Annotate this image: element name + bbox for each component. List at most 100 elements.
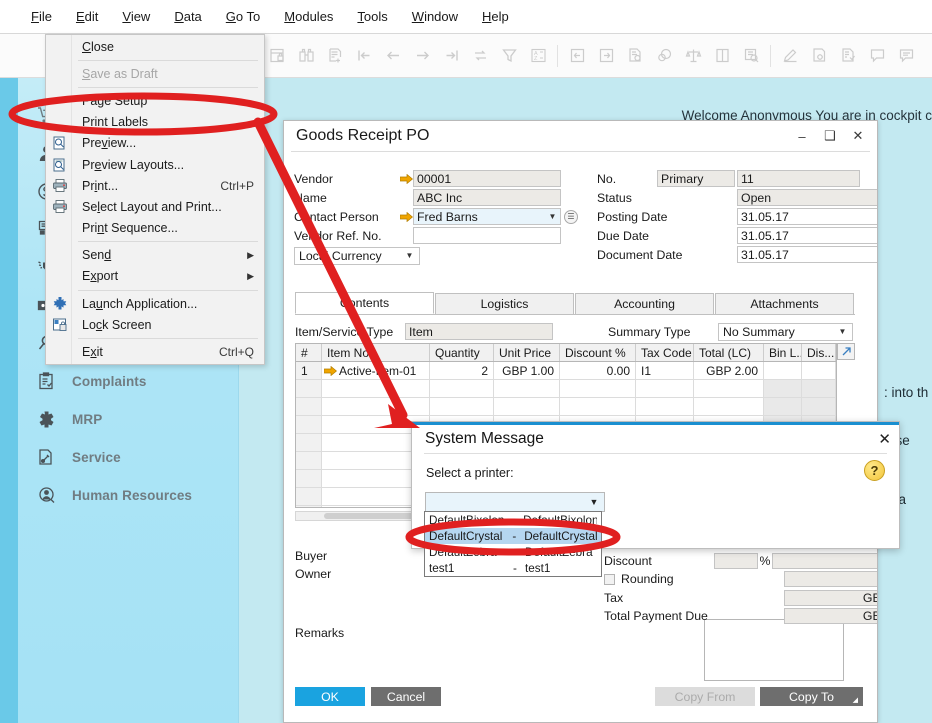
menu-tools[interactable]: Tools (346, 6, 398, 27)
dialog-close-icon[interactable]: ✕ (878, 430, 891, 448)
menu-modules[interactable]: Modules (273, 6, 344, 27)
document-date-input[interactable]: 31.05.17 (737, 246, 878, 263)
maximize-button[interactable]: ❑ (817, 125, 843, 147)
menu-item-print-sequence[interactable]: Print Sequence... (46, 218, 264, 239)
menu-help[interactable]: Help (471, 6, 520, 27)
contact-list-button[interactable]: ☰ (564, 210, 578, 224)
remarks-textarea[interactable] (704, 619, 844, 681)
row-quantity[interactable]: 2 (430, 362, 494, 379)
refresh-icon[interactable] (467, 43, 493, 69)
message-alt-icon[interactable] (893, 43, 919, 69)
table-cell-empty[interactable] (296, 452, 322, 469)
query-search-icon[interactable] (738, 43, 764, 69)
sort-az-icon[interactable]: AZ (525, 43, 551, 69)
summary-type-select[interactable]: No Summary ▼ (718, 323, 853, 341)
row-unit-price[interactable]: GBP 1.00 (494, 362, 560, 379)
discount-amount-input[interactable] (772, 553, 878, 569)
last-record-icon[interactable] (438, 43, 464, 69)
table-cell-empty[interactable] (636, 380, 694, 397)
sidebar-item-human-resources[interactable]: Human Resources (18, 476, 238, 514)
tab-accounting[interactable]: Accounting (575, 293, 714, 314)
table-row[interactable]: 1 Active-Item-01 2 GBP 1.00 0.00 I1 GBP … (296, 362, 836, 380)
doc-series-input[interactable]: Primary (657, 170, 735, 187)
column-view-icon[interactable] (709, 43, 735, 69)
menu-item-print-labels[interactable]: Print Labels (46, 112, 264, 133)
table-cell-empty[interactable] (560, 380, 636, 397)
scale-balance-icon[interactable] (680, 43, 706, 69)
help-icon[interactable]: ? (864, 460, 885, 481)
row-distribution[interactable] (802, 362, 836, 379)
document-config-icon[interactable] (835, 43, 861, 69)
copy-from-button[interactable]: Copy From (655, 687, 755, 706)
row-tax-code[interactable]: I1 (636, 362, 694, 379)
table-cell-empty[interactable] (802, 380, 836, 397)
name-input[interactable]: ABC Inc (413, 189, 561, 206)
menu-view[interactable]: View (111, 6, 161, 27)
printer-option-defaultbixolon[interactable]: DefaultBixolon - DefaultBixolon (425, 512, 601, 528)
coins-icon[interactable] (651, 43, 677, 69)
menu-goto[interactable]: Go To (215, 6, 271, 27)
chevron-down-icon[interactable]: ▼ (402, 248, 417, 263)
menu-item-page-setup[interactable]: Page Setup (46, 90, 264, 111)
status-input[interactable]: Open (737, 189, 878, 206)
vendor-link-arrow-icon[interactable] (399, 173, 413, 185)
table-cell-empty[interactable] (430, 380, 494, 397)
menu-item-print[interactable]: Print... Ctrl+P (46, 175, 264, 196)
item-link-arrow-icon[interactable] (324, 366, 339, 376)
message-icon[interactable] (864, 43, 890, 69)
cancel-button[interactable]: Cancel (371, 687, 441, 706)
table-cell-empty[interactable] (636, 398, 694, 415)
currency-select[interactable]: Local Currency ▼ (294, 247, 420, 265)
rounding-input[interactable] (784, 571, 878, 587)
add-record-icon[interactable] (322, 43, 348, 69)
vendor-input[interactable]: 00001 (413, 170, 561, 187)
sidebar-item-complaints[interactable]: Complaints (18, 362, 238, 400)
chevron-down-icon[interactable]: ▼ (584, 493, 604, 511)
printer-select-combo[interactable]: ▼ (425, 492, 605, 512)
menu-item-export[interactable]: Export ▶ (46, 266, 264, 287)
close-button[interactable]: ✕ (845, 125, 871, 147)
menu-item-launch-application[interactable]: Launch Application... (46, 293, 264, 314)
settings-document-icon[interactable] (806, 43, 832, 69)
table-cell-empty[interactable] (764, 380, 802, 397)
table-cell-empty[interactable] (322, 380, 430, 397)
menu-item-select-layout-and-print[interactable]: Select Layout and Print... (46, 196, 264, 217)
table-cell-empty[interactable] (322, 398, 430, 415)
table-cell-empty[interactable] (296, 398, 322, 415)
chevron-down-icon[interactable]: ▼ (835, 324, 850, 339)
table-cell-empty[interactable] (296, 506, 322, 508)
table-cell-empty[interactable] (296, 416, 322, 433)
discount-percent-input[interactable] (714, 553, 758, 569)
printer-option-test1[interactable]: test1 - test1 (425, 560, 601, 576)
menu-window[interactable]: Window (401, 6, 469, 27)
menu-item-preview[interactable]: Preview... (46, 133, 264, 154)
menu-item-close[interactable]: Close (46, 36, 264, 57)
tab-attachments[interactable]: Attachments (715, 293, 854, 314)
minimize-button[interactable]: – (789, 125, 815, 147)
printer-option-defaultcrystal[interactable]: DefaultCrystal - DefaultCrystal (425, 528, 601, 544)
doc-number-input[interactable]: 11 (737, 170, 860, 187)
sidebar-item-service[interactable]: Service (18, 438, 238, 476)
table-cell-empty[interactable] (494, 380, 560, 397)
menu-edit[interactable]: Edit (65, 6, 109, 27)
table-cell-empty[interactable] (296, 470, 322, 487)
vendor-ref-input[interactable] (413, 227, 561, 244)
table-cell-empty[interactable] (296, 434, 322, 451)
contact-link-arrow-icon[interactable] (399, 211, 413, 223)
table-row-empty[interactable] (296, 398, 836, 416)
printer-option-defaultzebra[interactable]: DefaultZebra - DefaultZebra (425, 544, 601, 560)
lock-document-icon[interactable] (264, 43, 290, 69)
item-service-type-input[interactable]: Item (405, 323, 553, 340)
table-cell-empty[interactable] (764, 398, 802, 415)
table-cell-empty[interactable] (694, 398, 764, 415)
sidebar-item-mrp[interactable]: MRP (18, 400, 238, 438)
table-cell-empty[interactable] (694, 380, 764, 397)
chevron-down-icon[interactable]: ▼ (545, 209, 560, 224)
posting-date-input[interactable]: 31.05.17 (737, 208, 878, 225)
move-left-icon[interactable] (564, 43, 590, 69)
file-menu-dropdown[interactable]: Close Save as Draft Page Setup Print Lab… (45, 34, 265, 365)
filter-icon[interactable] (496, 43, 522, 69)
menu-item-preview-layouts[interactable]: Preview Layouts... (46, 154, 264, 175)
edit-pencil-icon[interactable] (777, 43, 803, 69)
menu-file[interactable]: FFileile (20, 6, 63, 27)
